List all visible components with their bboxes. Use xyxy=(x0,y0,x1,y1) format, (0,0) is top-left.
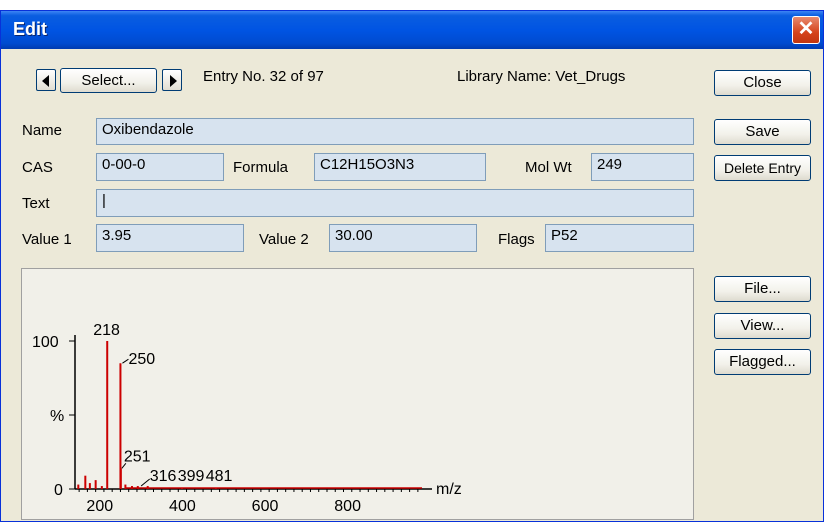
title-bar: Edit ✕ xyxy=(1,11,823,49)
value1-field[interactable]: 3.95 xyxy=(96,224,244,252)
previous-entry-button[interactable] xyxy=(36,69,56,91)
peak-label: 251 xyxy=(124,448,151,465)
value2-label: Value 2 xyxy=(259,231,309,248)
peak-label: 316 xyxy=(150,468,177,485)
select-button-label: Select... xyxy=(81,72,136,89)
molwt-label: Mol Wt xyxy=(525,159,572,176)
next-entry-button[interactable] xyxy=(162,69,182,91)
close-window-icon[interactable]: ✕ xyxy=(792,16,820,44)
cas-field[interactable]: 0-00-0 xyxy=(96,153,224,181)
cas-label: CAS xyxy=(22,159,53,176)
save-button[interactable]: Save xyxy=(714,119,811,145)
flagged-button-label: Flagged... xyxy=(729,353,796,370)
flagged-button[interactable]: Flagged... xyxy=(714,349,811,375)
library-name: Library Name: Vet_Drugs xyxy=(457,68,626,85)
edit-dialog: Edit ✕ Select... Entry No. 32 of 97 Libr… xyxy=(0,10,824,522)
peak-label: 250 xyxy=(128,351,155,368)
select-button[interactable]: Select... xyxy=(60,68,157,93)
mass-spectrum-chart: 100% 0 200 400 600 800 m/z 218 250 251 316 399 481 xyxy=(32,322,462,515)
peak-leader xyxy=(140,478,151,487)
molwt-field[interactable]: 249 xyxy=(591,153,694,181)
x-tick-label: 600 xyxy=(252,498,279,515)
peak-label: 481 xyxy=(206,468,233,485)
left-arrow-icon xyxy=(42,75,49,87)
peak-label: 399 xyxy=(178,468,205,485)
x-tick-label: 400 xyxy=(169,498,196,515)
text-label: Text xyxy=(22,195,50,212)
text-field[interactable]: | xyxy=(96,189,694,217)
right-arrow-icon xyxy=(170,75,177,87)
close-button[interactable]: Close xyxy=(714,70,811,96)
y-axis-label: % xyxy=(50,408,64,425)
name-field[interactable]: Oxibendazole xyxy=(96,118,694,145)
file-button[interactable]: File... xyxy=(714,276,811,302)
view-button-label: View... xyxy=(740,317,785,334)
value1-label: Value 1 xyxy=(22,231,72,248)
window-title: Edit xyxy=(13,19,47,39)
file-button-label: File... xyxy=(744,280,781,297)
x-tick-label: 800 xyxy=(334,498,361,515)
y-tick-label: 100 xyxy=(32,334,59,351)
y-tick-label: 0 xyxy=(54,482,63,499)
delete-entry-button[interactable]: Delete Entry xyxy=(714,155,811,181)
close-button-label: Close xyxy=(743,74,782,91)
formula-field[interactable]: C12H15O3N3 xyxy=(314,153,486,181)
flags-field[interactable]: P52 xyxy=(545,224,694,252)
entry-number: Entry No. 32 of 97 xyxy=(203,68,324,85)
spectrum-panel: 100% 0 200 400 600 800 m/z 218 250 251 316 399 481 xyxy=(21,268,694,520)
flags-label: Flags xyxy=(498,231,535,248)
value2-field[interactable]: 30.00 xyxy=(329,224,477,252)
peak-label: 218 xyxy=(93,322,120,339)
delete-entry-button-label: Delete Entry xyxy=(723,160,802,176)
formula-label: Formula xyxy=(233,159,289,176)
x-tick-label: 200 xyxy=(86,498,113,515)
name-label: Name xyxy=(22,122,63,139)
x-axis-label: m/z xyxy=(436,481,462,498)
save-button-label: Save xyxy=(745,123,780,140)
view-button[interactable]: View... xyxy=(714,313,811,339)
